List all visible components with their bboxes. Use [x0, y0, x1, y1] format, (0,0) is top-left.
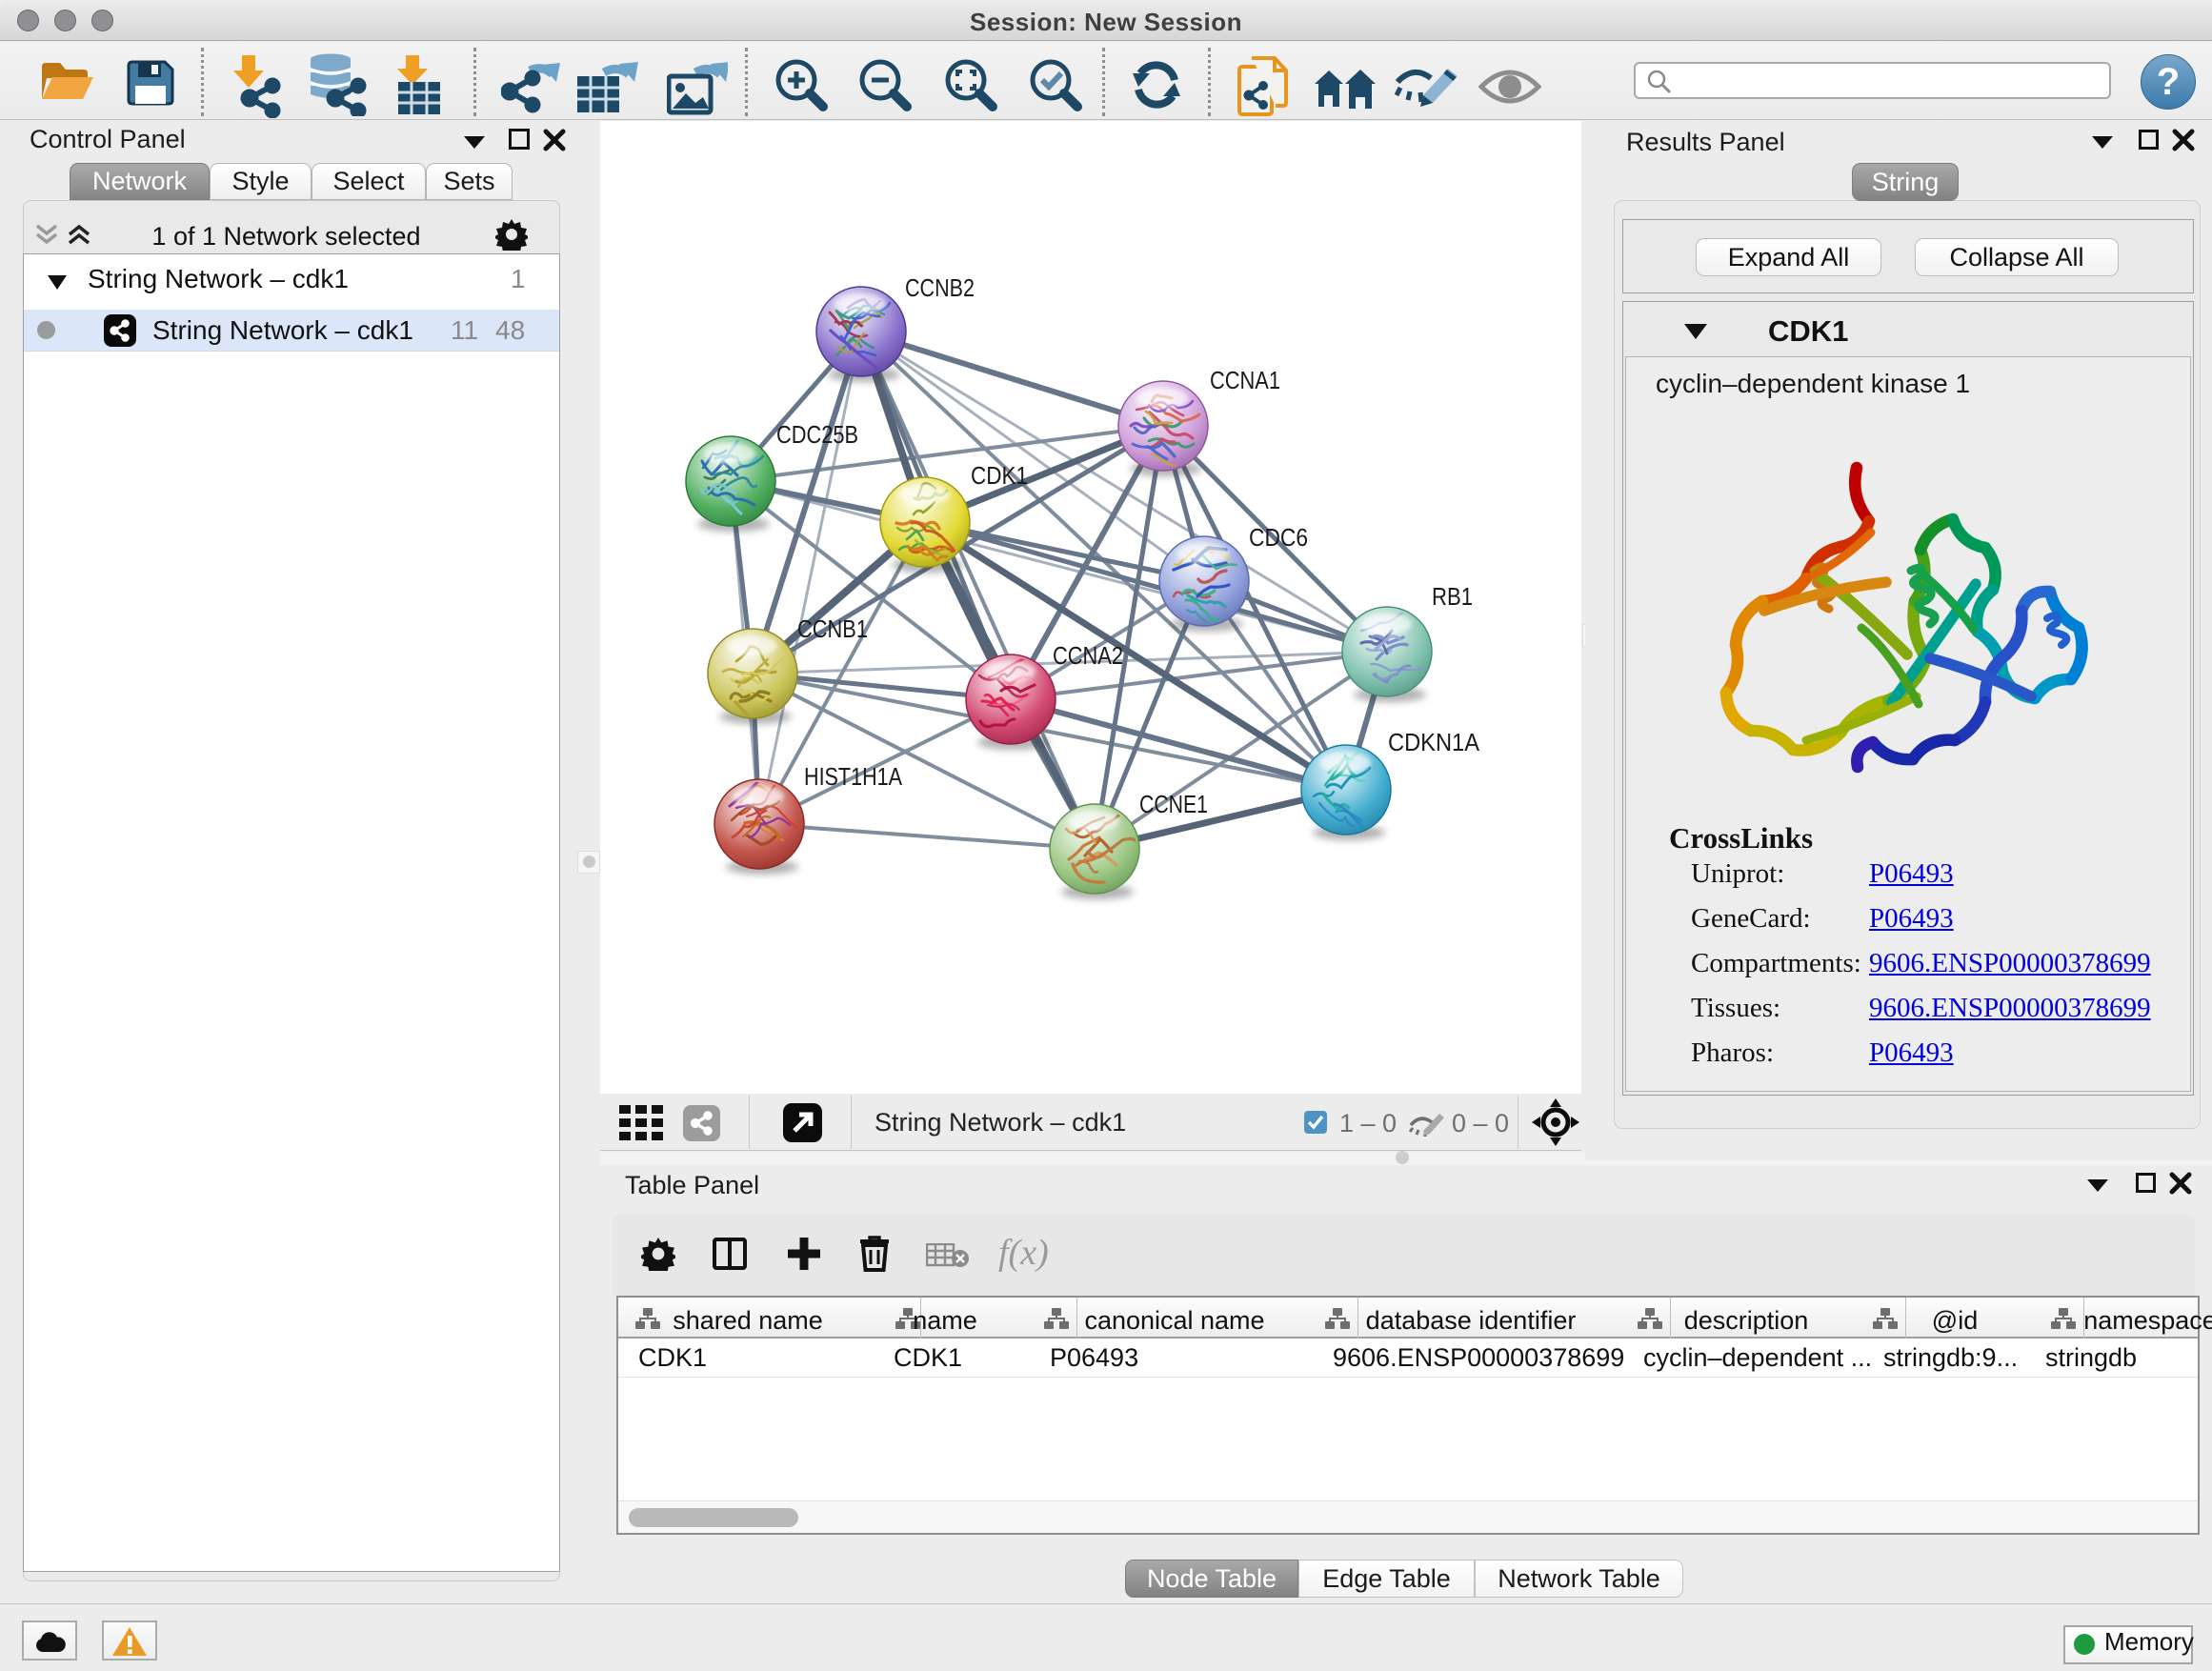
svg-text:CDC6: CDC6	[1249, 523, 1308, 552]
svg-text:CCNB1: CCNB1	[797, 614, 868, 643]
svg-text:CCNB2: CCNB2	[905, 273, 975, 302]
svg-text:HIST1H1A: HIST1H1A	[804, 762, 903, 791]
svg-text:CDKN1A: CDKN1A	[1388, 728, 1480, 756]
svg-text:CCNA2: CCNA2	[1053, 641, 1123, 670]
svg-text:CDK1: CDK1	[971, 461, 1028, 490]
svg-text:CCNA1: CCNA1	[1210, 366, 1280, 394]
svg-text:CDC25B: CDC25B	[776, 420, 858, 449]
svg-text:CCNE1: CCNE1	[1139, 790, 1208, 818]
svg-text:RB1: RB1	[1432, 582, 1473, 611]
